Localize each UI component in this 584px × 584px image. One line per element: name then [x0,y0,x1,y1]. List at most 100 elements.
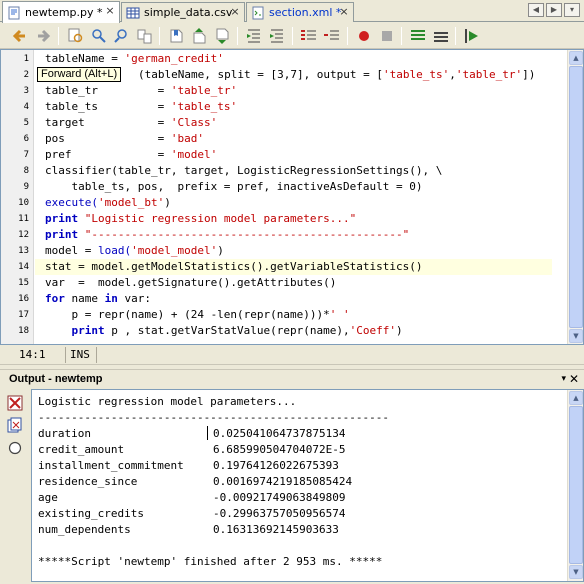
code-line: for name in var: [35,291,552,307]
toolbar-separator [401,27,402,45]
code-token: target = [45,116,171,129]
find-icon[interactable] [66,26,86,46]
forward-icon[interactable] [33,26,53,46]
output-param-value: -0.29963757050956574 [213,507,346,520]
code-token: classifier(table_tr, target, LogisticReg… [45,164,443,177]
scroll-down-icon[interactable]: ▼ [569,565,583,579]
stop-macro-icon[interactable] [377,26,397,46]
output-param-name: duration [38,427,91,440]
output-panel-header: Output - newtemp ▾ ✕ [0,369,584,389]
stop-all-icon[interactable] [431,26,451,46]
code-token: stat = model.getModelStatistics().getVar… [45,260,423,273]
toggle-bookmark-icon[interactable] [166,26,186,46]
code-string: 'model_bt' [97,196,165,209]
scroll-down-icon[interactable]: ▼ [569,329,583,343]
scroll-up-icon[interactable]: ▲ [569,51,583,65]
line-number: 2 [23,70,29,80]
close-icon[interactable]: × [230,6,240,17]
scrollbar-thumb[interactable] [569,406,583,564]
line-number: 13 [18,246,29,256]
code-token: var = model.getSignature().getAttributes… [45,276,337,289]
clear-output-icon[interactable] [7,417,23,433]
output-scrollbar[interactable]: ▲ ▼ [567,390,583,581]
line-number: 11 [18,214,29,224]
back-icon[interactable] [10,26,30,46]
replace-icon[interactable] [135,26,155,46]
line-number: 8 [23,166,29,176]
close-icon[interactable]: × [339,6,349,17]
code-token: name [64,292,105,305]
code-string: "Logistic regression model parameters...… [84,212,357,225]
code-token: pref = [45,148,171,161]
code-string: 'table_ts' [170,100,238,113]
stop-script-icon[interactable] [7,395,23,411]
code-text-area[interactable]: tableName = 'german_credit' (tableName, … [35,50,552,344]
close-icon[interactable]: × [105,5,115,16]
tab-section-xml[interactable]: section.xml * × [246,2,354,22]
code-line: classifier(table_tr, target, LogisticReg… [35,163,552,179]
output-menu-icon[interactable]: ▾ [561,374,566,384]
output-text-area[interactable]: Logistic regression model parameters... … [31,389,584,582]
next-bookmark-icon[interactable] [212,26,232,46]
editor-toolbar [0,23,584,49]
tab-navigation: ◀ ▶ ▾ [528,3,580,17]
ide-window: newtemp.py * × simple_data.csv × section… [0,0,584,584]
code-string: 'table_tr' [170,84,238,97]
code-line: print "---------------------------------… [35,227,552,243]
scroll-up-icon[interactable]: ▲ [569,391,583,405]
toolbar-separator [455,27,456,45]
code-string: 'table_tr' [455,68,523,81]
toolbar-separator [292,27,293,45]
previous-bookmark-icon[interactable] [189,26,209,46]
find-previous-icon[interactable] [89,26,109,46]
insert-mode: INS [67,347,97,363]
tab-list-icon[interactable]: ▾ [564,3,580,17]
uncomment-icon[interactable] [322,26,342,46]
code-string: 'model' [170,148,218,161]
shift-right-icon[interactable] [267,26,287,46]
code-line: table_ts = 'table_ts' [35,99,552,115]
code-line: print p , stat.getVarStatValue(repr(name… [35,323,552,339]
line-number: 6 [23,134,29,144]
code-string: 'bad' [170,132,204,145]
tab-label: simple_data.csv [144,6,233,19]
xml-file-icon [251,6,265,20]
code-keyword: in [104,292,118,305]
run-script-icon[interactable] [462,26,482,46]
start-macro-icon[interactable] [408,26,428,46]
toolbar-separator [58,27,59,45]
code-string: ' ' [329,308,350,321]
output-close-icon[interactable]: ✕ [569,372,579,386]
radio-circle-icon[interactable] [7,440,23,456]
code-keyword: print [45,324,105,337]
line-number: 16 [18,294,29,304]
tab-prev-icon[interactable]: ◀ [528,3,544,17]
scrollbar-thumb[interactable] [569,66,583,328]
code-token: model = [45,244,98,257]
shift-left-icon[interactable] [244,26,264,46]
tab-simple-data-csv[interactable]: simple_data.csv × [121,2,245,22]
comment-icon[interactable] [299,26,319,46]
table-file-icon [126,6,140,20]
code-line: tableName = 'german_credit' [35,51,552,67]
code-line: execute('model_bt') [35,195,552,211]
record-macro-icon[interactable] [354,26,374,46]
line-number: 10 [18,198,29,208]
code-function: execute( [45,196,98,209]
find-next-icon[interactable] [112,26,132,46]
code-line: p = repr(name) + (24 -len(repr(name)))*'… [35,307,552,323]
code-line: print "Logistic regression model paramet… [35,211,552,227]
toolbar-separator [159,27,160,45]
tab-newtemp-py[interactable]: newtemp.py * × [2,1,120,23]
tab-next-icon[interactable]: ▶ [546,3,562,17]
output-line: Logistic regression model parameters... [38,395,297,408]
line-number: 4 [23,102,29,112]
code-token: var: [117,292,151,305]
editor-tab-bar: newtemp.py * × simple_data.csv × section… [0,0,584,23]
line-number: 18 [18,326,29,336]
code-token: table_ts, pos, prefix = pref, inactiveAs… [45,180,423,193]
output-param-value: 0.19764126022675393 [213,459,339,472]
code-editor[interactable]: 1 2 3 4 5 6 7 8 9 10 11 12 13 14 15 16 1… [0,49,584,345]
editor-scrollbar[interactable]: ▲ ▼ [567,50,583,344]
